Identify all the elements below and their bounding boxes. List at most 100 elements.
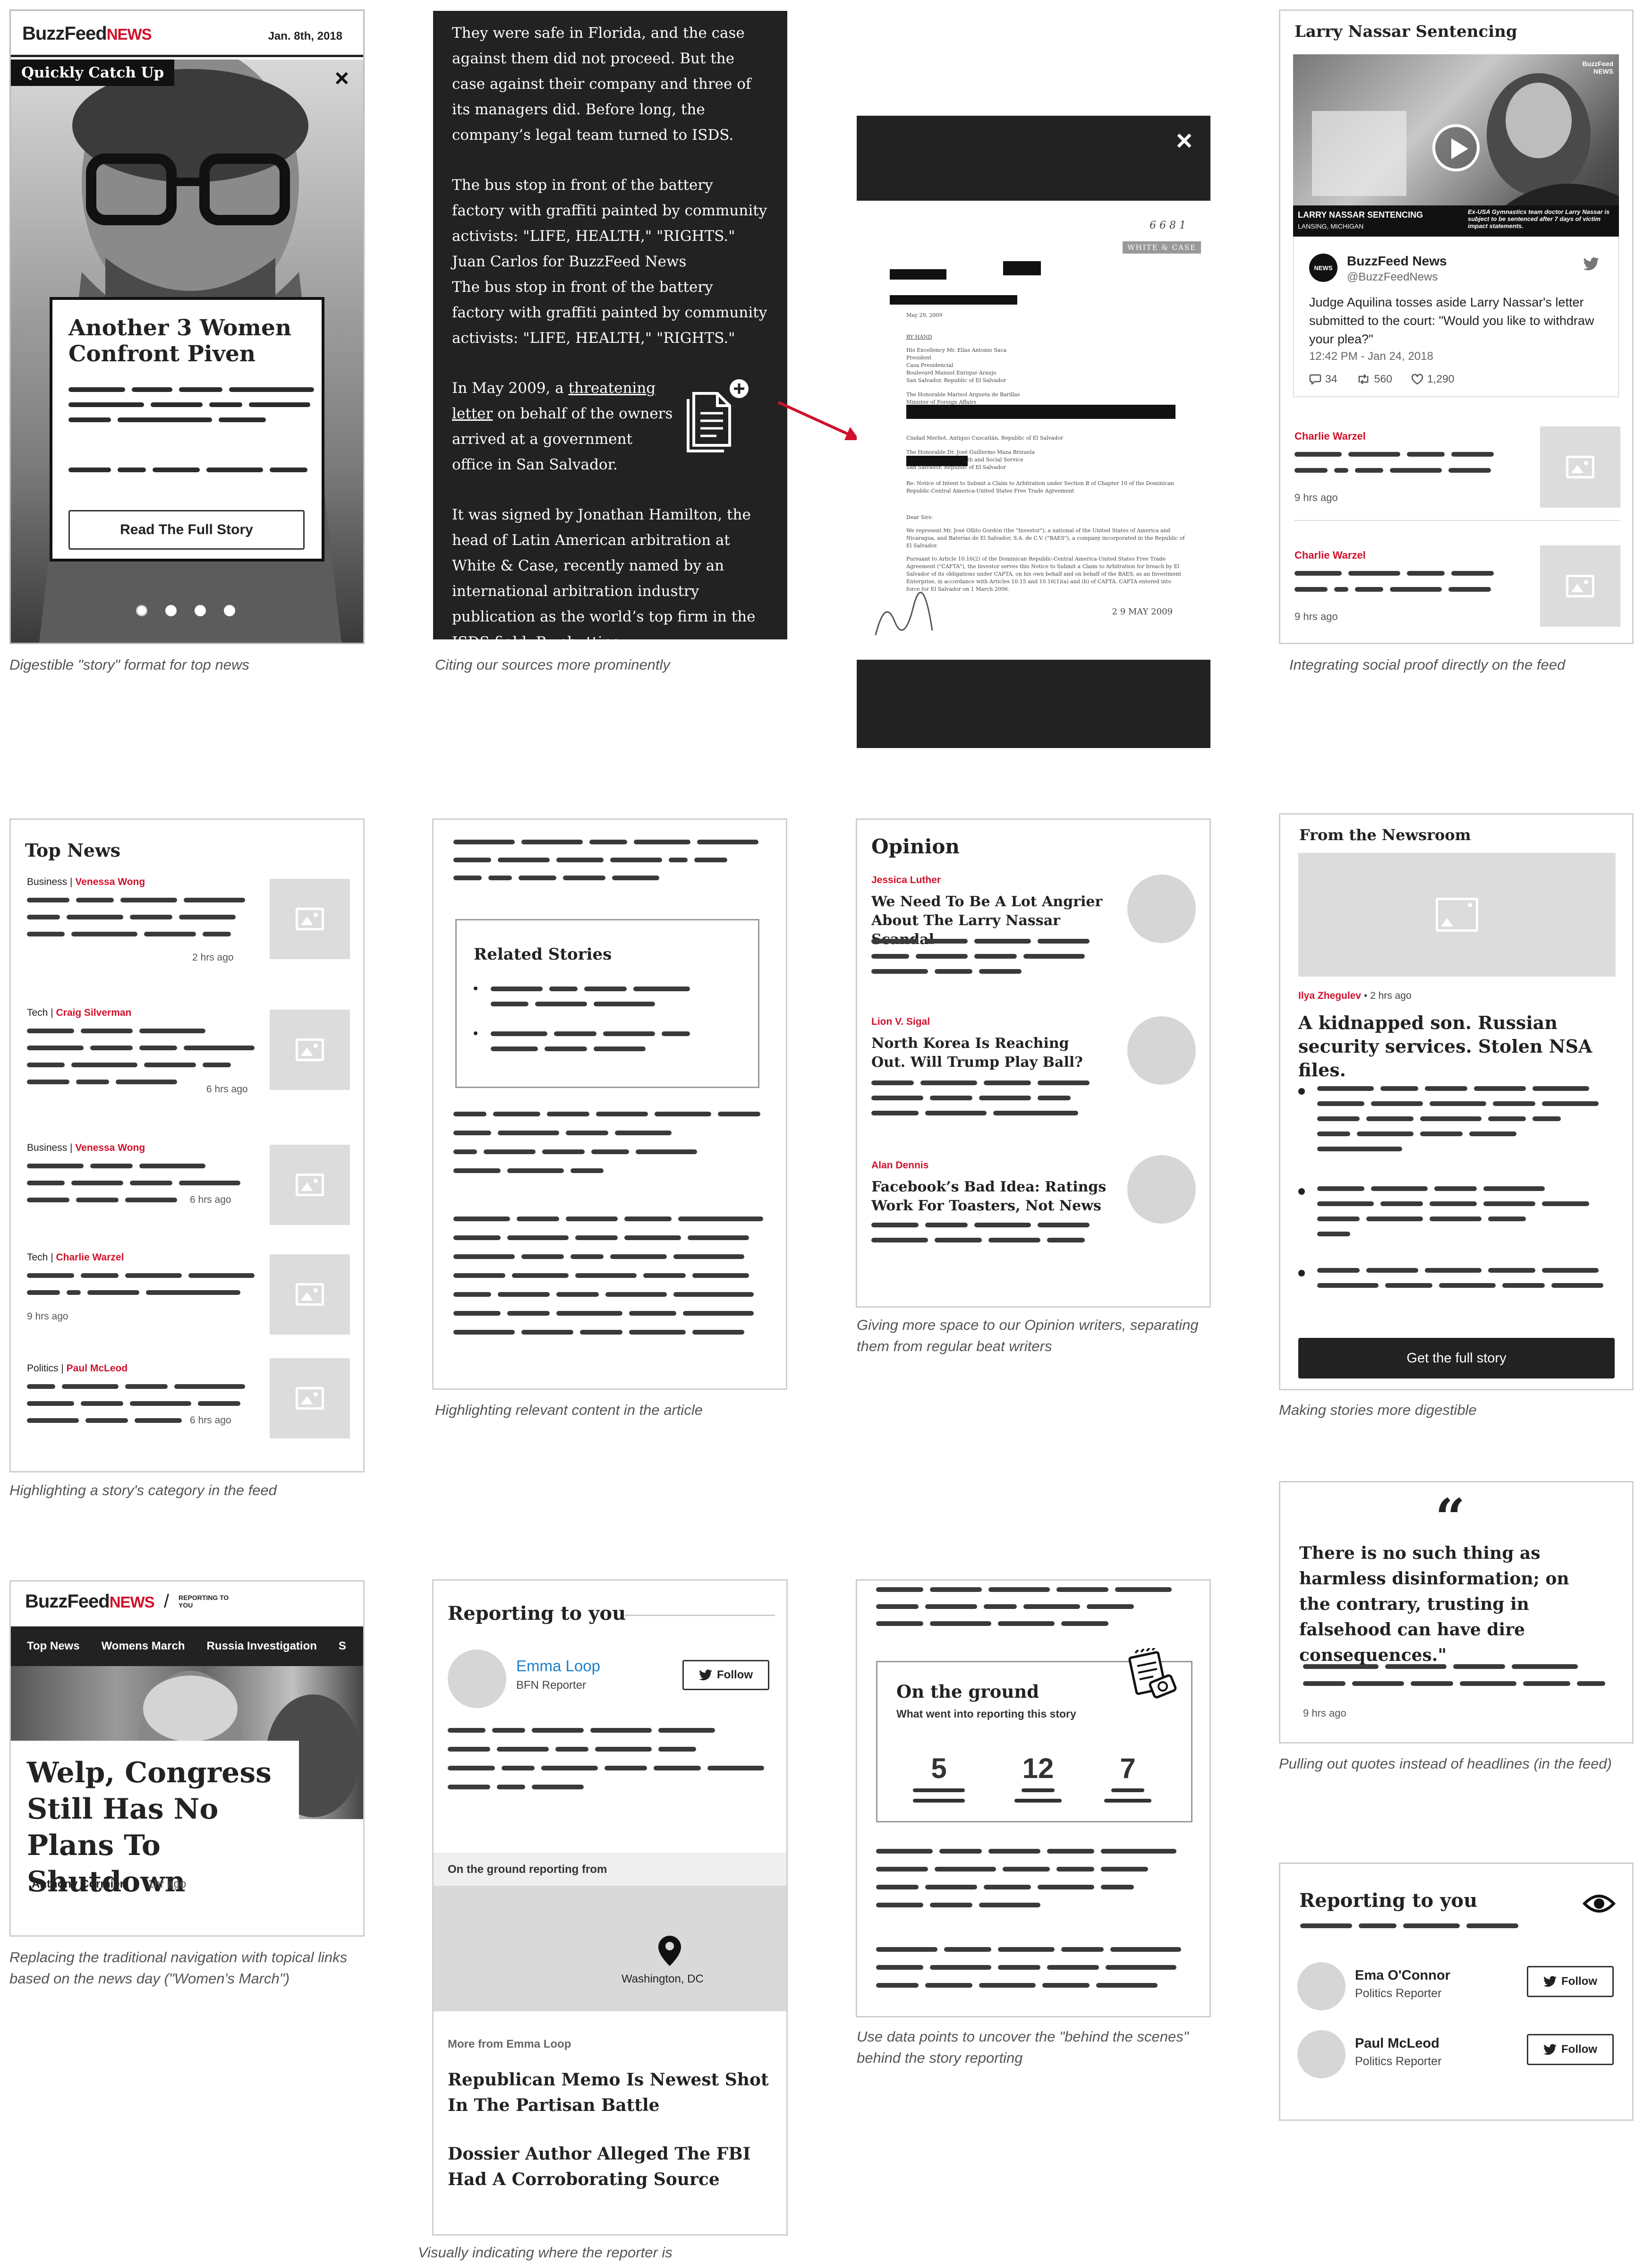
location-map[interactable]: Washington, DC <box>434 1886 786 2011</box>
reporter-name[interactable]: Ema O'Connor <box>1355 1968 1450 1983</box>
document-viewer-mockup: × 6 6 8 1 WHITE & CASE May 29, 2009 BY H… <box>857 116 1210 748</box>
section-label: REPORTING TO YOU <box>179 1594 229 1609</box>
opinion-headline: North Korea Is Reaching Out. Will Trump … <box>871 1035 1083 1071</box>
speech-bubble-icon <box>1309 374 1321 384</box>
social-proof-mockup: Larry Nassar Sentencing BuzzFeed NEWS LA… <box>1279 9 1634 644</box>
feed-item[interactable]: Tech | Charlie Warzel 9 hrs ago <box>27 1252 353 1342</box>
feed-item[interactable]: Business | Venessa Wong 6 hrs ago <box>27 1142 353 1232</box>
close-icon[interactable]: × <box>1176 124 1192 157</box>
opinion-item[interactable]: Alan Dennis Facebook’s Bad Idea: Ratings… <box>871 1155 1202 1278</box>
category-label[interactable]: Politics <box>27 1363 59 1374</box>
more-story-link[interactable]: Dossier Author Alleged The FBI Had A Cor… <box>448 2141 769 2192</box>
reporter-role: Politics Reporter <box>1355 1987 1442 2000</box>
follow-button[interactable]: Follow <box>682 1660 769 1690</box>
feed-item[interactable]: Tech | Craig Silverman 6 hrs ago <box>27 1007 353 1097</box>
page-dot[interactable] <box>136 605 147 616</box>
timestamp: 9 hrs ago <box>1303 1707 1346 1719</box>
author-name[interactable]: Charlie Warzel <box>1294 549 1366 561</box>
author-avatar[interactable] <box>1127 1016 1196 1085</box>
author-name[interactable]: Lion V. Sigal <box>871 1016 930 1028</box>
author-name[interactable]: Paul McLeod <box>67 1363 128 1374</box>
redaction-bar <box>890 295 1017 305</box>
story-format-mockup: BuzzFeedNEWS Jan. 8th, 2018 Quickly Catc… <box>9 9 365 644</box>
thumbnail-image <box>270 1145 350 1225</box>
feed-item[interactable]: Charlie Warzel 9 hrs ago <box>1294 426 1620 521</box>
video-player[interactable]: BuzzFeed NEWS LARRY NASSAR SENTENCING LA… <box>1293 54 1619 237</box>
twitter-bird-icon <box>699 1669 712 1681</box>
retweet-icon[interactable]: 560 <box>1356 373 1392 385</box>
opinion-item[interactable]: Jessica Luther We Need To Be A Lot Angri… <box>871 875 1202 993</box>
reporter-row: Paul McLeod Politics Reporter Follow <box>1297 2030 1618 2082</box>
author-name[interactable]: Charlie Warzel <box>1294 430 1366 442</box>
tweet-text: Judge Aquilina tosses aside Larry Nassar… <box>1309 295 1594 346</box>
reporter-name[interactable]: Emma Loop <box>516 1657 600 1675</box>
author-avatar[interactable] <box>1127 1155 1196 1224</box>
category-label[interactable]: Business <box>27 1142 67 1153</box>
page-dot[interactable] <box>195 605 206 616</box>
reporter-role: BFN Reporter <box>516 1679 587 1692</box>
document-source-icon[interactable] <box>683 379 749 455</box>
caption-citing-sources: Citing our sources more prominently <box>435 656 670 673</box>
reporter-name[interactable]: Paul McLeod <box>1355 2036 1439 2051</box>
more-story-link[interactable]: Republican Memo Is Newest Shot In The Pa… <box>448 2067 769 2118</box>
opinion-item[interactable]: Lion V. Sigal North Korea Is Reaching Ou… <box>871 1016 1202 1134</box>
author-name[interactable]: Venessa Wong <box>75 876 145 887</box>
stat-item: 7 <box>1095 1752 1161 1803</box>
reporter-avatar[interactable] <box>448 1650 506 1708</box>
stat-item: 5 <box>911 1752 967 1803</box>
reporter-avatar[interactable] <box>1297 2030 1345 2078</box>
doc-number: 6 6 8 1 <box>1150 220 1186 231</box>
author-name[interactable]: Jessica Luther <box>871 875 941 886</box>
author-name[interactable]: Venessa Wong <box>75 1142 145 1153</box>
page-dot[interactable] <box>165 605 177 616</box>
feed-item[interactable]: Politics | Paul McLeod 6 hrs ago <box>27 1358 353 1453</box>
source-link[interactable]: letter <box>452 405 493 422</box>
author-name[interactable]: Craig Silverman <box>56 1007 131 1018</box>
page-dot[interactable] <box>224 605 235 616</box>
thumbnail-image <box>270 1010 350 1090</box>
summary-lines <box>871 1080 1090 1115</box>
timestamp: • 2 hrs ago <box>1363 990 1412 1001</box>
timestamp: 6 hrs ago <box>190 1415 231 1426</box>
section-title: Top News <box>25 840 121 861</box>
opinion-headline: Facebook’s Bad Idea: Ratings Work For To… <box>871 1179 1107 1214</box>
nav-link-top-news[interactable]: Top News <box>27 1640 80 1653</box>
reply-icon[interactable]: 34 <box>1309 373 1337 385</box>
nav-link-russia-investigation[interactable]: Russia Investigation <box>207 1640 317 1653</box>
embedded-tweet[interactable]: NEWS BuzzFeed News @BuzzFeedNews Judge A… <box>1293 237 1619 397</box>
eye-icon[interactable] <box>1583 1891 1616 1916</box>
feed-item[interactable]: Charlie Warzel 9 hrs ago <box>1294 545 1620 640</box>
feed-item[interactable]: Business | Venessa Wong 2 hrs ago <box>27 876 353 966</box>
category-label[interactable]: Tech <box>27 1007 48 1018</box>
box-title: On the ground <box>896 1681 1039 1702</box>
nav-link-womens-march[interactable]: Womens March <box>102 1640 185 1653</box>
follow-button[interactable]: Follow <box>1527 2034 1614 2065</box>
more-label: More from Emma Loop <box>448 2038 571 2050</box>
author-name[interactable]: Ilya Zhegulev <box>1298 990 1361 1001</box>
body-lines <box>876 1849 1176 1907</box>
author-name[interactable]: Alan Dennis <box>871 1160 928 1171</box>
close-icon[interactable]: × <box>335 64 349 93</box>
like-icon[interactable]: 1,290 <box>1411 373 1455 385</box>
summary-lines <box>871 1223 1090 1242</box>
reporter-role: Politics Reporter <box>1355 2055 1442 2068</box>
caption-story-format: Digestible "story" format for top news <box>9 656 249 673</box>
source-link[interactable]: threatening <box>569 380 656 397</box>
category-label[interactable]: Tech <box>27 1252 48 1263</box>
reporter-avatar[interactable] <box>1297 1962 1345 2010</box>
redaction-bar <box>890 269 946 280</box>
document-page: 6 6 8 1 WHITE & CASE May 29, 2009 BY HAN… <box>857 201 1210 660</box>
read-full-story-button[interactable]: Read The Full Story <box>68 510 305 550</box>
category-label[interactable]: Business <box>27 876 67 887</box>
get-full-story-button[interactable]: Get the full story <box>1298 1338 1615 1378</box>
author-name[interactable]: Charlie Warzel <box>56 1252 124 1263</box>
author-avatar[interactable] <box>1127 875 1196 943</box>
author-name[interactable]: Anthony Cormier <box>32 1878 124 1890</box>
body-lines <box>876 1947 1181 1988</box>
hero-image <box>1298 853 1616 977</box>
follow-button[interactable]: Follow <box>1527 1966 1614 1997</box>
location-label: Washington, DC <box>622 1973 704 1985</box>
nav-link-more[interactable]: S <box>339 1640 346 1653</box>
article-dark-mockup: They were safe in Florida, and the case … <box>433 11 787 639</box>
play-icon[interactable] <box>1432 124 1480 171</box>
